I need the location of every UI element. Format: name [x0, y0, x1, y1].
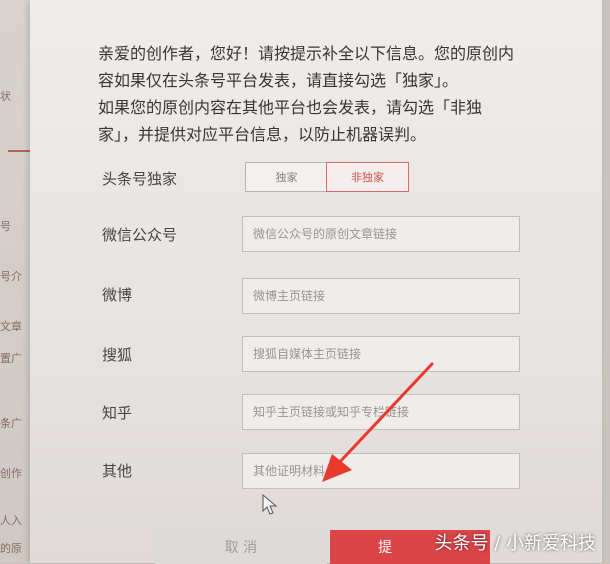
watermark: 头条号 / 小新爱科技 [434, 533, 596, 554]
annotation-arrow-icon [322, 362, 434, 482]
mouse-cursor-icon [262, 494, 278, 515]
